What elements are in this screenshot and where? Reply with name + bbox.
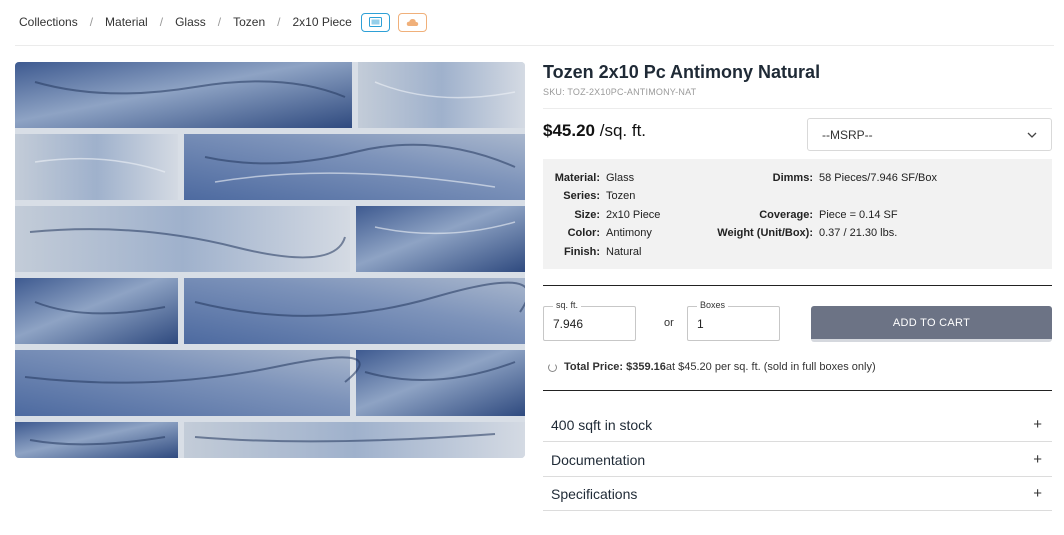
spec-label: Color:	[567, 227, 600, 239]
accordion-label: 400 sqft in stock	[551, 416, 653, 433]
boxes-field: Boxes	[687, 300, 780, 341]
refresh-icon	[548, 362, 557, 372]
price-unit: /sq. ft.	[595, 121, 647, 140]
price-value: $45.20	[543, 121, 595, 140]
specs-panel: Material: Glass Series: Tozen Size: 2x10…	[543, 159, 1052, 269]
spec-value: Tozen	[606, 190, 636, 202]
gallery-icon	[368, 17, 382, 27]
sqft-field: sq. ft.	[543, 300, 636, 341]
spec-label: Dimms:	[772, 172, 813, 184]
breadcrumb-collections[interactable]: Collections	[19, 15, 78, 29]
total-price: Total Price: $359.16 at $45.20 per sq. f…	[548, 361, 876, 373]
product-price: $45.20 /sq. ft.	[543, 121, 646, 141]
spec-value: 0.37 / 21.30 lbs.	[819, 227, 898, 239]
spec-value: 58 Pieces/7.946 SF/Box	[819, 172, 938, 184]
accordion-label: Documentation	[551, 451, 646, 468]
add-to-cart-button[interactable]: ADD TO CART	[811, 306, 1052, 342]
msrp-select-value: --MSRP--	[822, 127, 873, 142]
spec-label: Series:	[563, 190, 600, 202]
plus-icon: +	[1033, 416, 1042, 433]
spec-material: Material: Glass	[553, 172, 634, 184]
spec-dimms: Dimms: 58 Pieces/7.946 SF/Box	[703, 172, 937, 184]
sqft-field-label: sq. ft.	[553, 300, 582, 310]
tile-mosaic-graphic	[15, 62, 525, 458]
order-divider-top	[543, 285, 1052, 286]
breadcrumb-separator: /	[159, 15, 164, 29]
accordion-stock[interactable]: 400 sqft in stock +	[543, 408, 1052, 442]
sqft-input[interactable]	[553, 317, 623, 331]
boxes-input[interactable]	[697, 317, 767, 331]
title-divider	[543, 108, 1052, 109]
spec-label: Weight (Unit/Box):	[717, 227, 813, 239]
product-sku: SKU: TOZ-2X10PC-ANTIMONY-NAT	[543, 87, 697, 97]
accordion-label: Specifications	[551, 485, 638, 502]
spec-value: Antimony	[606, 227, 652, 239]
cloud-icon	[406, 18, 419, 26]
spec-label: Size:	[574, 209, 600, 221]
order-divider-bottom	[543, 390, 1052, 391]
breadcrumb-separator: /	[217, 15, 222, 29]
gallery-button[interactable]	[360, 12, 390, 32]
spec-label: Finish:	[563, 246, 600, 258]
breadcrumb-separator: /	[277, 15, 281, 29]
spec-label: Material:	[554, 172, 600, 184]
spec-value: Natural	[606, 246, 642, 258]
breadcrumb-separator: /	[89, 15, 94, 29]
plus-icon: +	[1033, 451, 1042, 468]
product-title: Tozen 2x10 Pc Antimony Natural	[543, 62, 821, 82]
total-price-label: Total Price: $359.16	[564, 361, 666, 373]
spec-size: Size: 2x10 Piece	[553, 209, 660, 221]
spec-coverage: Coverage: Piece = 0.14 SF	[703, 209, 898, 221]
spec-value: Glass	[606, 172, 635, 184]
total-price-detail: at $45.20 per sq. ft. (sold in full boxe…	[665, 361, 876, 373]
header-divider	[15, 45, 1054, 46]
breadcrumb-material[interactable]: Material	[105, 15, 148, 29]
cloud-button[interactable]	[397, 12, 427, 32]
or-label: or	[664, 317, 674, 329]
spec-finish: Finish: Natural	[553, 246, 642, 258]
boxes-field-label: Boxes	[697, 300, 729, 310]
accordion-documentation[interactable]: Documentation +	[543, 443, 1052, 477]
plus-icon: +	[1033, 485, 1042, 502]
product-image[interactable]	[15, 62, 525, 458]
chevron-down-icon	[1027, 132, 1037, 138]
breadcrumb-2x10-piece[interactable]: 2x10 Piece	[292, 15, 351, 29]
spec-series: Series: Tozen	[553, 190, 635, 202]
msrp-select[interactable]: --MSRP--	[807, 118, 1052, 151]
spec-weight: Weight (Unit/Box): 0.37 / 21.30 lbs.	[703, 227, 897, 239]
spec-value: 2x10 Piece	[606, 209, 661, 221]
spec-value: Piece = 0.14 SF	[819, 209, 898, 221]
spec-label: Coverage:	[759, 209, 813, 221]
breadcrumb-glass[interactable]: Glass	[175, 15, 206, 29]
breadcrumb: Collections / Material / Glass / Tozen /…	[19, 12, 427, 32]
spec-color: Color: Antimony	[553, 227, 652, 239]
accordion-specifications[interactable]: Specifications +	[543, 477, 1052, 511]
breadcrumb-tozen[interactable]: Tozen	[233, 15, 265, 29]
